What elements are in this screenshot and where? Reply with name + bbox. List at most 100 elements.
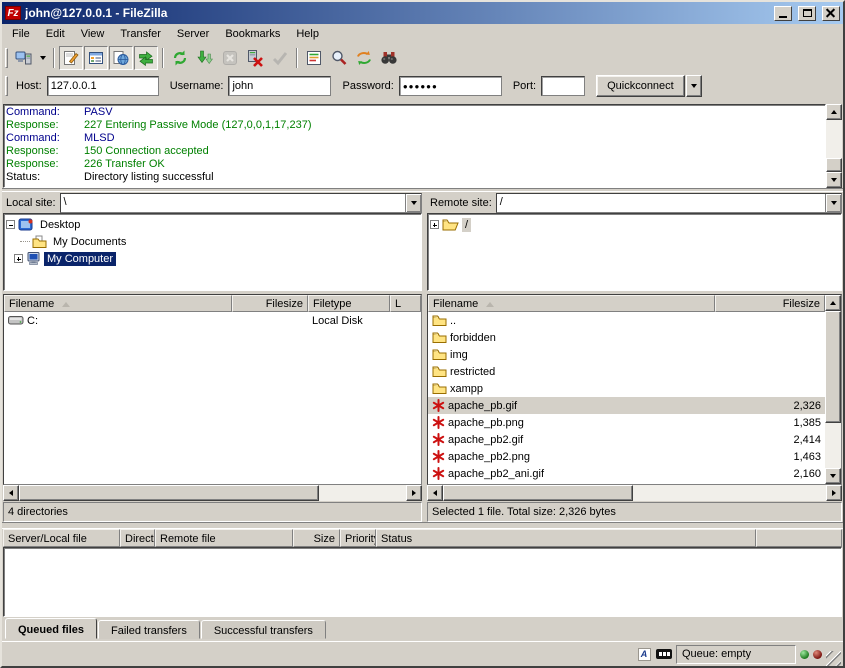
filename-filters-button[interactable] [327,46,351,70]
log-scrollbar[interactable] [826,104,842,188]
column-header-remote-file[interactable]: Remote file [155,529,293,547]
process-queue-button[interactable] [193,46,217,70]
file-row-c-drive[interactable]: C: Local Disk [4,312,421,329]
speed-limits-icon[interactable] [656,647,672,662]
tab-successful-transfers[interactable]: Successful transfers [201,620,326,639]
tab-failed-transfers[interactable]: Failed transfers [98,620,200,639]
site-manager-dropdown[interactable] [37,46,49,70]
column-header-last-modified[interactable]: L [390,295,421,312]
scroll-thumb[interactable] [443,485,633,501]
port-input[interactable] [541,76,585,96]
remote-site-value[interactable]: / [497,194,825,212]
title-bar[interactable]: Fz john@127.0.0.1 - FileZilla [2,2,843,24]
file-row[interactable]: img [428,346,825,363]
local-horizontal-scrollbar[interactable] [3,485,422,501]
scroll-right-button[interactable] [406,485,422,501]
disconnect-button[interactable] [243,46,267,70]
file-row[interactable]: restricted [428,363,825,380]
column-header-direction[interactable]: Directi... [120,529,155,547]
menu-transfer[interactable]: Transfer [112,26,169,42]
scroll-track[interactable] [825,423,841,468]
username-input[interactable] [228,76,331,96]
menu-server[interactable]: Server [169,26,217,42]
column-header-filetype[interactable]: Filetype [308,295,390,312]
queue-body[interactable] [3,547,842,617]
scroll-thumb[interactable] [19,485,319,501]
scroll-left-button[interactable] [3,485,19,501]
message-log-body[interactable]: Command:PASV Response:227 Entering Passi… [3,104,826,188]
column-header-status[interactable]: Status [376,529,756,547]
toggle-message-log-button[interactable] [59,46,83,70]
tree-label[interactable]: My Documents [50,235,129,249]
quickconnect-button[interactable]: Quickconnect [596,75,685,97]
resize-grip[interactable] [826,651,841,666]
menu-view[interactable]: View [73,26,113,42]
scroll-down-button[interactable] [826,172,842,188]
remote-site-dropdown[interactable] [825,194,841,212]
remote-site-combo[interactable]: / [496,193,842,213]
file-row[interactable]: apache_pb2.gif 2,414 [428,431,825,448]
column-header-size[interactable]: Size [293,529,340,547]
file-row[interactable]: xampp [428,380,825,397]
tree-label[interactable]: / [462,218,471,232]
site-manager-button[interactable] [12,46,36,70]
toggle-transfer-queue-button[interactable] [134,46,158,70]
scroll-down-button[interactable] [825,468,841,484]
column-header-filename[interactable]: Filename [4,295,232,312]
file-row[interactable]: apache_pb2_ani.gif 2,160 [428,465,825,482]
local-site-dropdown[interactable] [405,194,421,212]
file-row[interactable]: apache_pb.png 1,385 [428,414,825,431]
tree-label[interactable]: Desktop [37,218,83,232]
scroll-up-button[interactable] [825,295,841,311]
tab-queued-files[interactable]: Queued files [5,618,97,639]
password-input[interactable] [399,76,502,96]
file-row-selected[interactable]: apache_pb.gif 2,326 [428,397,825,414]
file-row[interactable]: forbidden [428,329,825,346]
find-files-button[interactable] [377,46,401,70]
maximize-button[interactable] [798,6,816,21]
tree-item-root[interactable]: / [430,216,841,233]
scroll-left-button[interactable] [427,485,443,501]
toggle-local-tree-button[interactable] [84,46,108,70]
refresh-button[interactable] [168,46,192,70]
host-input[interactable] [47,76,159,96]
quickconnect-dropdown[interactable] [686,75,702,97]
remote-tree[interactable]: / [427,213,842,291]
scroll-track[interactable] [319,485,406,501]
column-header-filename[interactable]: Filename [428,295,715,312]
menu-file[interactable]: File [4,26,38,42]
toolbar-grip[interactable] [5,48,8,68]
local-tree[interactable]: Desktop My Documents My Computer [3,213,422,291]
scroll-thumb[interactable] [825,311,841,423]
file-row[interactable]: apache_pb2.png 1,463 [428,448,825,465]
scroll-thumb[interactable] [826,158,842,172]
menu-bookmarks[interactable]: Bookmarks [217,26,288,42]
quickbar-grip[interactable] [5,76,8,96]
column-header-filesize[interactable]: Filesize [232,295,308,312]
remote-vertical-scrollbar[interactable] [825,295,841,484]
tree-item-desktop[interactable]: Desktop [6,216,421,233]
scroll-track[interactable] [826,120,842,158]
file-row[interactable]: .. [428,312,825,329]
column-header-server-local-file[interactable]: Server/Local file [3,529,120,547]
close-button[interactable] [822,6,840,21]
toggle-remote-tree-button[interactable] [109,46,133,70]
synchronized-browsing-button[interactable] [352,46,376,70]
expand-icon[interactable] [430,220,439,229]
minimize-button[interactable] [774,6,792,21]
local-site-value[interactable]: \ [61,194,405,212]
expand-icon[interactable] [14,254,23,263]
scroll-track[interactable] [633,485,826,501]
tree-item-my-computer[interactable]: My Computer [6,250,421,267]
tree-item-my-documents[interactable]: My Documents [6,233,421,250]
menu-edit[interactable]: Edit [38,26,73,42]
local-site-combo[interactable]: \ [60,193,422,213]
scroll-up-button[interactable] [826,104,842,120]
tree-label[interactable]: My Computer [44,252,116,266]
column-header-priority[interactable]: Priority [340,529,376,547]
collapse-icon[interactable] [6,220,15,229]
scroll-right-button[interactable] [826,485,842,501]
directory-comparison-button[interactable] [302,46,326,70]
remote-horizontal-scrollbar[interactable] [427,485,842,501]
menu-help[interactable]: Help [288,26,327,42]
